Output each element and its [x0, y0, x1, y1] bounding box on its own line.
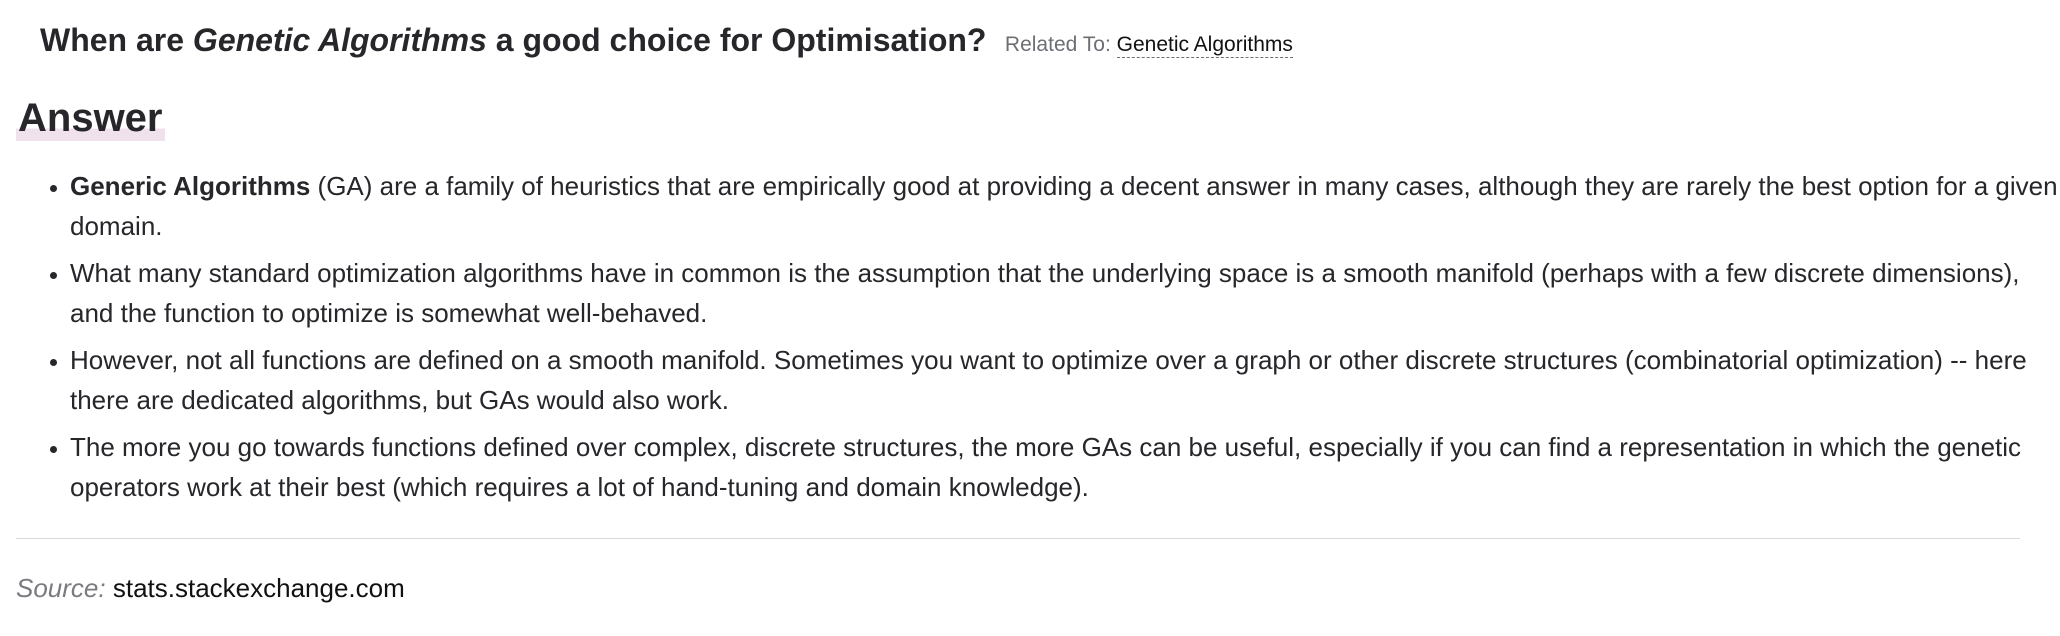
answer-bullet-3-text: However, not all functions are defined o… [70, 345, 2027, 415]
source-value: stats.stackexchange.com [112, 573, 405, 603]
source-label: Source: [16, 573, 106, 603]
answer-bullet-2-text: What many standard optimization algorith… [70, 258, 2020, 328]
source-line: Source: stats.stackexchange.com [16, 573, 405, 604]
answer-bullet-2: What many standard optimization algorith… [70, 253, 2060, 333]
answer-bullet-3: However, not all functions are defined o… [70, 340, 2060, 420]
answer-bullet-1: Generic Algorithms (GA) are a family of … [70, 166, 2060, 246]
answer-heading: Answer [16, 96, 165, 141]
question-title-suffix: a good choice for Optimisation? [486, 22, 987, 58]
related-to: Related To: Genetic Algorithms [1004, 33, 1293, 58]
answer-bullet-4-text: The more you go towards functions define… [70, 432, 2022, 502]
answer-bullet-1-text: (GA) are a family of heuristics that are… [70, 171, 2058, 241]
question-title-prefix: When are [40, 22, 193, 58]
question-header: When are Genetic Algorithms a good choic… [40, 22, 1293, 59]
answer-card: When are Genetic Algorithms a good choic… [0, 0, 2060, 636]
question-title: When are Genetic Algorithms a good choic… [40, 22, 986, 58]
related-to-label: Related To: [1004, 33, 1111, 56]
related-topic-link[interactable]: Genetic Algorithms [1116, 33, 1293, 58]
answer-bullet-1-bold: Generic Algorithms [70, 171, 311, 201]
divider [16, 538, 2020, 539]
question-title-emphasis: Genetic Algorithms [192, 22, 487, 58]
answer-bullet-4: The more you go towards functions define… [70, 427, 2060, 507]
answer-bullet-list: Generic Algorithms (GA) are a family of … [40, 166, 2060, 514]
